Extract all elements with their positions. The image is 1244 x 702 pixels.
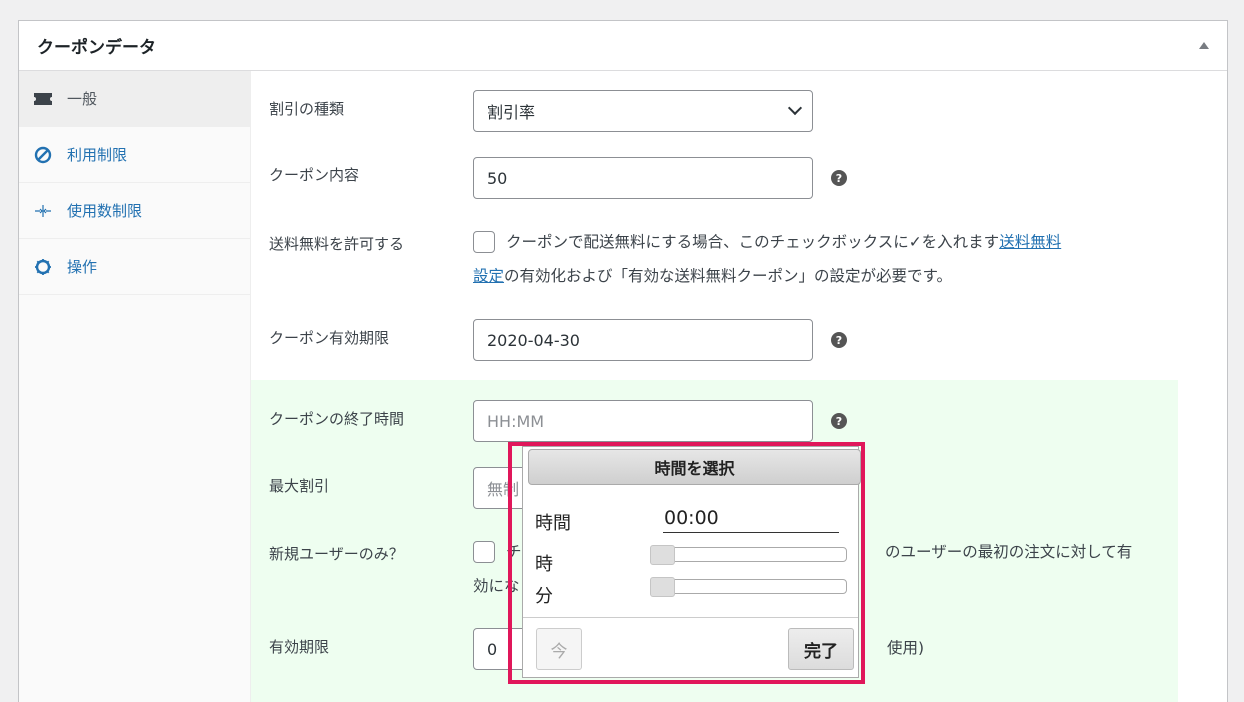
tab-general[interactable]: 一般: [19, 71, 250, 127]
coupon-tabs: 一般 利用制限 使用数制限 操作: [19, 71, 251, 702]
discount-type-select[interactable]: 割引率: [473, 90, 813, 132]
collapse-arrow-icon[interactable]: [1199, 42, 1209, 49]
help-icon[interactable]: ?: [831, 170, 847, 186]
validity-label: 有効期限: [269, 638, 330, 656]
panel-header: クーポンデータ: [19, 21, 1227, 71]
max-discount-label: 最大割引: [269, 477, 330, 495]
coupon-amount-input[interactable]: 50: [473, 157, 813, 199]
free-shipping-desc-after: の有効化および「有効な送料無料クーポン」の設定が必要です。: [504, 267, 952, 285]
free-shipping-checkbox[interactable]: [473, 231, 495, 253]
new-user-label: 新規ユーザーのみ？: [269, 545, 404, 563]
coupon-amount-label: クーポン内容: [269, 166, 360, 184]
validity-suffix: 使用): [887, 639, 925, 657]
tab-usage-limits[interactable]: 使用数制限: [19, 183, 250, 239]
block-icon: [33, 145, 53, 165]
arrows-inward-icon: [33, 201, 53, 221]
expiry-date-value: 2020-04-30: [487, 330, 580, 350]
validity-value: 0: [487, 639, 498, 659]
tab-label: 操作: [67, 258, 98, 276]
free-shipping-desc-text: クーポンで配送無料にする場合、このチェックボックスに✓を入れます: [506, 233, 1000, 251]
free-shipping-label: 送料無料を許可する: [269, 235, 405, 253]
end-time-label: クーポンの終了時間: [269, 410, 405, 428]
new-user-checkbox[interactable]: [473, 541, 495, 563]
help-icon[interactable]: ?: [831, 413, 847, 429]
panel-title: クーポンデータ: [37, 38, 156, 58]
highlight-box: [508, 442, 865, 684]
end-time-input[interactable]: HH:MM: [473, 400, 813, 442]
free-shipping-link[interactable]: 送料無料: [999, 233, 1061, 251]
free-shipping-description: クーポンで配送無料にする場合、このチェックボックスに✓を入れます送料無料: [506, 227, 1061, 257]
tab-label: 利用制限: [67, 146, 128, 164]
expiry-date-input[interactable]: 2020-04-30: [473, 319, 813, 361]
tab-label: 使用数制限: [67, 202, 143, 220]
tab-usage-restriction[interactable]: 利用制限: [19, 127, 250, 183]
free-shipping-description-line2: 設定の有効化および「有効な送料無料クーポン」の設定が必要です。: [473, 261, 952, 291]
tab-label: 一般: [67, 90, 98, 108]
end-time-placeholder: HH:MM: [487, 411, 545, 431]
settings-cog-icon: [33, 257, 53, 277]
expiry-date-label: クーポン有効期限: [269, 329, 390, 347]
free-shipping-settings-link[interactable]: 設定: [473, 267, 504, 285]
discount-type-value: 割引率: [487, 103, 536, 122]
tab-actions[interactable]: 操作: [19, 239, 250, 295]
help-icon[interactable]: ?: [831, 332, 847, 348]
new-user-desc: のユーザーの最初の注文に対して有: [885, 543, 1133, 561]
chevron-down-icon: [787, 100, 803, 116]
discount-type-label: 割引の種類: [269, 100, 345, 118]
coupon-amount-value: 50: [487, 168, 508, 188]
ticket-icon: [33, 89, 53, 109]
